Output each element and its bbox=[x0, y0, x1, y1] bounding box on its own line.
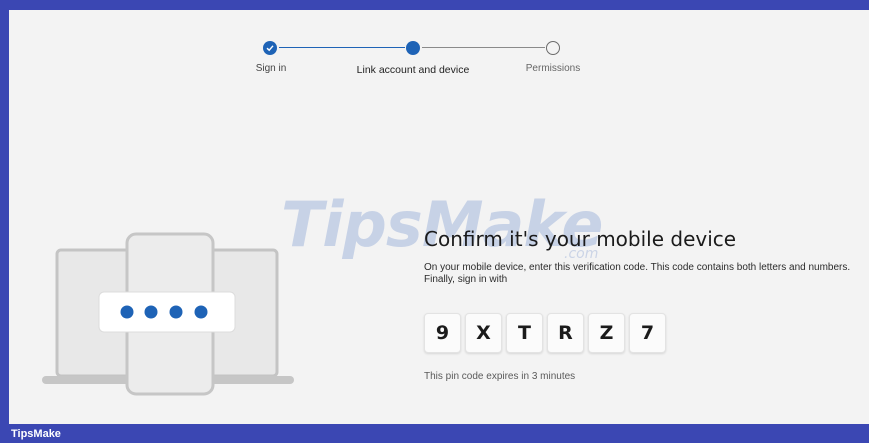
verification-code: 9 X T R Z 7 bbox=[424, 313, 666, 353]
step-sign-in-check-icon bbox=[263, 41, 277, 55]
step-label-permissions: Permissions bbox=[525, 63, 581, 74]
step-permissions-pending-icon bbox=[546, 41, 560, 55]
step-link-current-icon bbox=[406, 41, 420, 55]
setup-stepper: Sign in Link account and device Permissi… bbox=[9, 10, 869, 100]
step-label-sign-in: Sign in bbox=[255, 63, 287, 74]
instruction-text: On your mobile device, enter this verifi… bbox=[424, 262, 851, 285]
step-connector-pending bbox=[422, 47, 545, 49]
phone-link-window: Sign in Link account and device Permissi… bbox=[9, 10, 869, 424]
footer-bar: TipsMake bbox=[0, 424, 869, 443]
code-char: R bbox=[547, 313, 584, 353]
code-char: 7 bbox=[629, 313, 666, 353]
code-char: X bbox=[465, 313, 502, 353]
step-connector-done bbox=[279, 47, 405, 49]
code-char: T bbox=[506, 313, 543, 353]
footer-brand: TipsMake bbox=[11, 428, 61, 440]
laptop-phone-pin-icon bbox=[42, 232, 294, 396]
code-char: Z bbox=[588, 313, 625, 353]
step-label-link-account: Link account and device bbox=[356, 64, 470, 76]
page-title: Confirm it's your mobile device bbox=[424, 227, 737, 251]
code-char: 9 bbox=[424, 313, 461, 353]
expiry-note: This pin code expires in 3 minutes bbox=[424, 371, 576, 382]
